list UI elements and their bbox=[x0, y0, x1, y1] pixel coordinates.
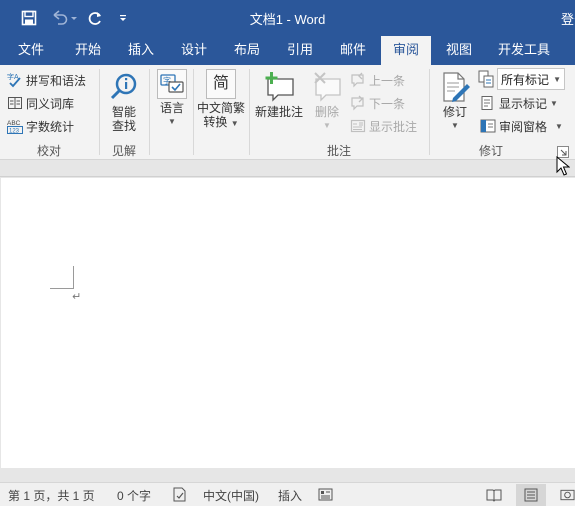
language-icon: 字 bbox=[157, 69, 187, 99]
word-count-indicator[interactable]: 0 个字 bbox=[117, 487, 151, 504]
group-divider bbox=[193, 69, 194, 155]
show-markup-icon bbox=[480, 95, 496, 111]
title-bar: 文档1 - Word 登录 bbox=[0, 0, 575, 36]
page-indicator[interactable]: 第 1 页，共 1 页 bbox=[8, 487, 95, 504]
window-title: 文档1 - Word bbox=[249, 12, 326, 27]
ruler-band bbox=[0, 160, 575, 177]
next-comment-button[interactable]: 下一条 bbox=[350, 92, 405, 114]
reviewing-pane-dropdown-icon: ▼ bbox=[555, 121, 563, 131]
previous-comment-button[interactable]: 上一条 bbox=[350, 69, 405, 91]
word-count-icon: ABC 123 bbox=[7, 118, 23, 134]
track-changes-icon bbox=[439, 71, 471, 103]
svg-text:ABC: ABC bbox=[7, 120, 21, 127]
language-button[interactable]: 字 语言 ▼ bbox=[153, 69, 191, 129]
markup-option-select[interactable]: 所有标记 ▼ bbox=[497, 68, 565, 90]
delete-comment-button[interactable]: 删除 ▼ bbox=[309, 71, 345, 133]
tab-file[interactable]: 文件 bbox=[10, 36, 52, 65]
display-for-review-icon bbox=[478, 70, 494, 88]
tab-references[interactable]: 引用 bbox=[278, 36, 322, 65]
svg-text:字A: 字A bbox=[7, 72, 19, 81]
thesaurus-label: 同义词库 bbox=[26, 96, 75, 111]
show-markup-button[interactable]: 显示标记 ▼ bbox=[480, 92, 558, 114]
tab-insert[interactable]: 插入 bbox=[119, 36, 163, 65]
ribbon: 字A 拼写和语法 同义词库 ABC 123 字数统计 校对 智能 查找 见解 字 … bbox=[0, 65, 575, 160]
show-comments-button[interactable]: 显示批注 bbox=[350, 115, 417, 137]
comments-group-label: 批注 bbox=[326, 144, 351, 158]
chinese-conversion-dropdown-icon: ▼ bbox=[230, 119, 239, 128]
next-comment-icon bbox=[350, 95, 366, 111]
word-count-button[interactable]: ABC 123 字数统计 bbox=[7, 115, 74, 137]
web-layout-icon[interactable] bbox=[554, 484, 575, 506]
tab-review[interactable]: 审阅 bbox=[381, 36, 431, 65]
svg-text:123: 123 bbox=[9, 129, 20, 135]
thesaurus-icon bbox=[7, 95, 23, 111]
reviewing-pane-icon bbox=[480, 118, 496, 134]
display-for-review-icon-wrap bbox=[478, 68, 497, 90]
track-changes-dropdown-icon: ▼ bbox=[451, 121, 459, 130]
new-comment-icon bbox=[262, 71, 296, 103]
mouse-pointer-icon bbox=[556, 155, 571, 176]
thesaurus-button[interactable]: 同义词库 bbox=[7, 92, 74, 114]
delete-comment-icon bbox=[311, 71, 343, 103]
paragraph-mark-icon: ↵ bbox=[72, 291, 82, 303]
delete-dropdown-icon: ▼ bbox=[323, 121, 331, 130]
new-comment-label: 新建批注 bbox=[254, 105, 303, 119]
previous-comment-label: 上一条 bbox=[369, 73, 406, 88]
tracking-group-label: 修订 bbox=[478, 144, 503, 158]
show-markup-label: 显示标记 bbox=[499, 96, 548, 111]
language-label: 语言 bbox=[159, 101, 184, 115]
show-comments-icon bbox=[350, 118, 366, 134]
chinese-conversion-icon: 简 bbox=[206, 69, 236, 99]
reviewing-pane-label: 审阅窗格 bbox=[499, 119, 548, 134]
chinese-conversion-label-1: 中文简繁 bbox=[196, 101, 245, 115]
reviewing-pane-button[interactable]: 审阅窗格 ▼ bbox=[480, 115, 563, 137]
print-layout-icon[interactable] bbox=[516, 484, 546, 506]
smart-lookup-label-2: 查找 bbox=[111, 119, 136, 133]
document-area: ↵ bbox=[0, 160, 575, 482]
proofing-status-icon[interactable] bbox=[172, 487, 188, 502]
read-mode-icon[interactable] bbox=[479, 484, 509, 506]
track-changes-button[interactable]: 修订 ▼ bbox=[436, 71, 474, 133]
insights-group-label: 见解 bbox=[111, 144, 136, 158]
chinese-conversion-button[interactable]: 简 中文简繁 转换 ▼ bbox=[196, 69, 246, 131]
group-divider bbox=[149, 69, 150, 155]
show-markup-dropdown-icon: ▼ bbox=[550, 98, 558, 108]
chevron-down-icon: ▼ bbox=[553, 74, 561, 84]
tab-mailings[interactable]: 邮件 bbox=[331, 36, 375, 65]
tab-view[interactable]: 视图 bbox=[437, 36, 481, 65]
markup-option-value: 所有标记 bbox=[501, 72, 550, 87]
word-count-label: 字数统计 bbox=[26, 119, 75, 134]
spelling-grammar-label: 拼写和语法 bbox=[26, 73, 87, 88]
language-dropdown-icon: ▼ bbox=[168, 117, 176, 126]
next-comment-label: 下一条 bbox=[369, 96, 406, 111]
track-changes-label: 修订 bbox=[442, 105, 467, 119]
tab-developer[interactable]: 开发工具 bbox=[492, 36, 556, 65]
insert-mode-indicator[interactable]: 插入 bbox=[278, 487, 302, 504]
new-comment-button[interactable]: 新建批注 bbox=[253, 71, 305, 119]
ribbon-tab-bar: 文件 开始 插入 设计 布局 引用 邮件 审阅 视图 开发工具 bbox=[0, 36, 575, 65]
tab-layout[interactable]: 布局 bbox=[225, 36, 269, 65]
proofing-group-label: 校对 bbox=[36, 144, 61, 158]
spelling-grammar-button[interactable]: 字A 拼写和语法 bbox=[7, 69, 86, 91]
chinese-conversion-label-2: 转换 bbox=[203, 115, 228, 129]
smart-lookup-button[interactable]: 智能 查找 bbox=[104, 71, 144, 133]
delete-comment-label: 删除 bbox=[314, 105, 339, 119]
document-page[interactable]: ↵ bbox=[1, 178, 575, 468]
language-indicator[interactable]: 中文(中国) bbox=[203, 487, 259, 504]
macro-record-icon[interactable] bbox=[318, 487, 334, 502]
previous-comment-icon bbox=[350, 72, 366, 88]
show-comments-label: 显示批注 bbox=[369, 119, 418, 134]
margin-corner-mark bbox=[50, 288, 74, 289]
spelling-check-icon: 字A bbox=[7, 72, 23, 88]
status-bar: 第 1 页，共 1 页 0 个字 中文(中国) 插入 bbox=[0, 482, 575, 506]
tab-home[interactable]: 开始 bbox=[66, 36, 110, 65]
tab-design[interactable]: 设计 bbox=[172, 36, 216, 65]
smart-lookup-icon bbox=[108, 71, 140, 103]
sign-in-link[interactable]: 登录 bbox=[561, 9, 575, 28]
margin-corner-mark bbox=[73, 266, 74, 289]
smart-lookup-label-1: 智能 bbox=[111, 105, 136, 119]
